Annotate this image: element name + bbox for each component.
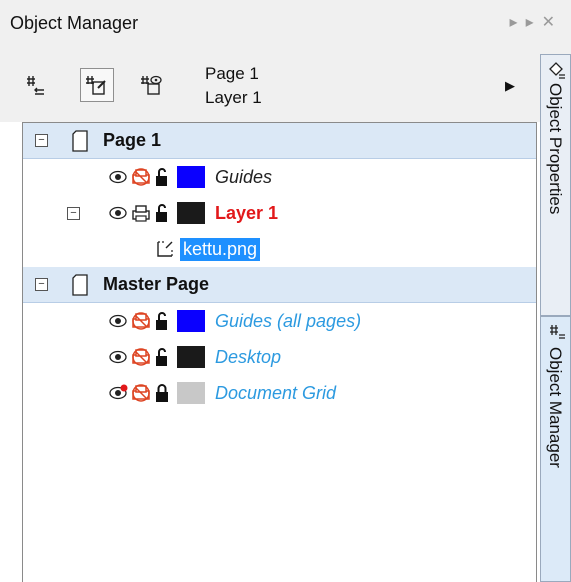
printer-icon[interactable] [131,203,151,223]
page-icon [72,273,88,296]
object-manager-tab-icon [550,325,565,339]
tree-row-layer-1[interactable]: − Layer 1 [23,195,536,231]
visibility-eye-icon[interactable] [109,314,127,328]
print-disabled-icon[interactable] [131,311,151,331]
layer-1-color-swatch[interactable] [177,202,205,224]
title-buttons: ▸▸✕ [510,12,563,32]
show-object-properties-button[interactable] [20,68,54,102]
current-layer-label: Layer 1 [205,88,262,107]
layer-manager-view-button[interactable] [135,68,169,102]
tree-row-document-grid[interactable]: Document Grid [23,375,536,411]
collapse-icon[interactable]: ▸▸ [510,14,542,31]
unlocked-icon[interactable] [154,167,170,187]
object-properties-icon [27,76,44,95]
unlocked-icon[interactable] [154,311,170,331]
current-page-label: Page 1 [205,64,259,83]
tab-object-manager-label: Object Manager [546,347,565,468]
unlocked-icon[interactable] [154,347,170,367]
visibility-eye-icon[interactable] [109,206,127,220]
tree-row-page-1[interactable]: − Page 1 [23,123,536,159]
guides-label[interactable]: Guides [215,167,272,188]
object-tree: − Page 1 Guides − Layer 1 kettu.png − Ma… [22,122,537,582]
desktop-color-swatch[interactable] [177,346,205,368]
layer-1-label[interactable]: Layer 1 [215,203,278,224]
guides-color-swatch[interactable] [177,166,205,188]
collapse-icon[interactable]: − [35,134,48,147]
tab-object-properties-label: Object Properties [546,83,565,215]
docker-title: Object Manager [10,13,139,33]
guides-all-pages-label[interactable]: Guides (all pages) [215,311,361,332]
master-page-name[interactable]: Master Page [103,274,209,295]
object-label-selected[interactable]: kettu.png [180,237,261,261]
tree-row-master-page[interactable]: − Master Page [23,267,536,303]
desktop-label[interactable]: Desktop [215,347,281,368]
tree-row-guides-all-pages[interactable]: Guides (all pages) [23,303,536,339]
print-disabled-icon[interactable] [131,347,151,367]
unlocked-icon[interactable] [154,203,170,223]
print-disabled-icon[interactable] [131,383,151,403]
visibility-eye-icon[interactable] [109,350,127,364]
docker-side-tabs: Object Properties Object Manager [540,44,571,582]
tree-row-object[interactable]: kettu.png [23,231,536,267]
current-page-layer: Page 1 Layer 1 [205,62,262,110]
collapse-icon[interactable]: − [35,278,48,291]
tree-row-desktop[interactable]: Desktop [23,339,536,375]
edit-across-layers-icon [86,76,106,95]
tree-row-guides[interactable]: Guides [23,159,536,195]
object-properties-tab-icon [549,62,565,79]
toolbar: Page 1 Layer 1 ▶ [0,44,540,122]
page-icon [72,129,88,152]
tab-object-manager[interactable]: Object Manager [540,316,571,582]
visibility-eye-icon[interactable] [109,170,127,184]
page-name[interactable]: Page 1 [103,130,161,151]
guides-all-color-swatch[interactable] [177,310,205,332]
flyout-menu-arrow-icon[interactable]: ▶ [505,78,515,94]
edit-across-layers-button[interactable] [80,68,114,102]
layer-manager-view-icon [141,75,162,95]
visibility-hidden-icon[interactable] [109,384,129,402]
bitmap-object-icon [157,241,173,257]
print-disabled-icon[interactable] [131,167,151,187]
locked-icon[interactable] [154,383,170,403]
collapse-icon[interactable]: − [67,206,80,220]
docker-title-bar: Object Manager ▸▸✕ [0,0,571,44]
document-grid-label[interactable]: Document Grid [215,383,336,404]
document-grid-color-swatch[interactable] [177,382,205,404]
close-icon[interactable]: ✕ [542,14,563,31]
tab-object-properties[interactable]: Object Properties [540,54,571,316]
